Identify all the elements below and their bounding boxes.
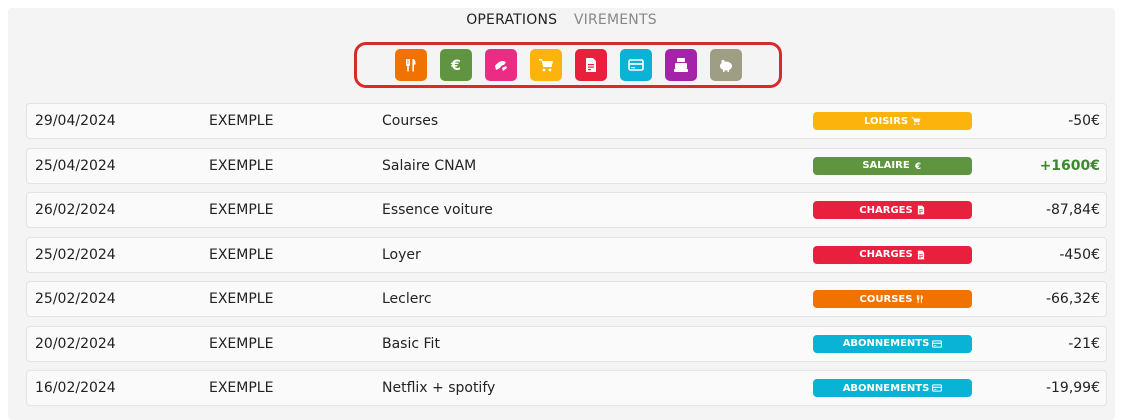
operations-list: 29/04/2024 EXEMPLE Courses LOISIRS -50€ 25/04… xyxy=(26,103,1107,415)
category-button-piggy-bank[interactable] xyxy=(709,49,742,81)
card-icon xyxy=(627,57,644,73)
operation-date: 16/02/2024 xyxy=(35,380,116,396)
operation-amount: -50€ xyxy=(1068,113,1100,129)
operation-amount: -87,84€ xyxy=(1045,202,1100,218)
operation-amount: -450€ xyxy=(1059,246,1100,263)
category-badge: COURSES xyxy=(813,290,972,308)
operation-date: 29/04/2024 xyxy=(35,113,116,129)
invoice-icon xyxy=(916,250,926,260)
operation-owner: EXEMPLE xyxy=(209,157,274,174)
category-badge-label: LOISIRS xyxy=(863,115,909,127)
tab-bar: OPERATIONS VIREMENTS xyxy=(0,12,1123,28)
tab-operations[interactable]: OPERATIONS xyxy=(466,12,557,28)
card-icon xyxy=(932,339,943,349)
utensils-icon xyxy=(403,57,419,73)
operation-date: 25/02/2024 xyxy=(35,246,116,263)
category-button-card[interactable] xyxy=(619,49,652,81)
category-button-utensils[interactable] xyxy=(394,49,427,81)
operation-label: Loyer xyxy=(382,246,421,263)
category-button-cash-register[interactable] xyxy=(664,49,697,81)
category-badge-label: SALAIRE xyxy=(862,160,910,171)
operation-label: Essence voiture xyxy=(382,202,493,218)
operation-date: 25/04/2024 xyxy=(35,157,116,174)
operation-label: Courses xyxy=(382,113,439,129)
utensils-icon xyxy=(915,294,925,304)
cash-register-icon xyxy=(673,57,689,73)
category-badge-label: ABONNEMENTS xyxy=(842,338,930,349)
category-badge: ABONNEMENTS xyxy=(813,379,972,397)
category-badge-label: CHARGES xyxy=(859,249,913,260)
operation-amount: -19,99€ xyxy=(1045,380,1100,396)
category-badge-label: COURSES xyxy=(859,293,913,305)
category-button-cart[interactable] xyxy=(529,49,562,81)
euro-icon: € xyxy=(448,57,464,73)
tab-virements[interactable]: VIREMENTS xyxy=(574,12,657,28)
svg-text:€: € xyxy=(450,58,461,73)
table-row[interactable]: 26/02/2024 EXEMPLE Essence voiture CHARGES -… xyxy=(26,192,1107,228)
operation-owner: EXEMPLE xyxy=(209,246,274,263)
cart-icon xyxy=(911,116,921,126)
operation-label: Netflix + spotify xyxy=(382,380,496,396)
operation-label: Leclerc xyxy=(382,291,432,307)
operation-amount: +1600€ xyxy=(1039,157,1100,174)
category-filter-bar: € xyxy=(354,42,782,88)
table-row[interactable]: 20/02/2024 EXEMPLE Basic Fit ABONNEMENTS -21… xyxy=(26,325,1107,362)
invoice-icon xyxy=(583,57,599,73)
cart-icon xyxy=(538,57,554,73)
category-button-euro[interactable]: € xyxy=(439,49,472,81)
category-badge: SALAIRE € xyxy=(813,156,972,175)
card-icon xyxy=(932,383,943,393)
category-button-gift[interactable] xyxy=(484,49,517,81)
invoice-icon xyxy=(916,205,926,215)
operation-label: Basic Fit xyxy=(382,335,440,352)
operation-owner: EXEMPLE xyxy=(209,202,274,218)
gift-icon xyxy=(493,57,509,73)
operation-owner: EXEMPLE xyxy=(209,113,274,129)
table-row[interactable]: 25/02/2024 EXEMPLE Leclerc COURSES -66,32€ xyxy=(26,281,1107,317)
category-badge: ABONNEMENTS xyxy=(813,334,972,353)
category-badge: CHARGES xyxy=(813,201,972,219)
table-row[interactable]: 25/04/2024 EXEMPLE Salaire CNAM SALAIRE € +16… xyxy=(26,147,1107,184)
piggy-bank-icon xyxy=(718,57,734,73)
operation-amount: -21€ xyxy=(1068,335,1100,352)
operation-date: 25/02/2024 xyxy=(35,291,116,307)
category-badge-label: CHARGES xyxy=(859,204,913,216)
operation-date: 26/02/2024 xyxy=(35,202,116,218)
operation-amount: -66,32€ xyxy=(1045,291,1100,307)
table-row[interactable]: 29/04/2024 EXEMPLE Courses LOISIRS -50€ xyxy=(26,103,1107,139)
operation-label: Salaire CNAM xyxy=(382,157,477,174)
svg-text:€: € xyxy=(914,162,921,171)
category-badge-label: ABONNEMENTS xyxy=(842,382,930,394)
operation-date: 20/02/2024 xyxy=(35,335,116,352)
category-badge: CHARGES xyxy=(813,245,972,264)
operation-owner: EXEMPLE xyxy=(209,291,274,307)
category-button-invoice[interactable] xyxy=(574,49,607,81)
table-row[interactable]: 25/02/2024 EXEMPLE Loyer CHARGES -450€ xyxy=(26,236,1107,273)
operation-owner: EXEMPLE xyxy=(209,380,274,396)
euro-icon: € xyxy=(913,161,923,171)
operation-owner: EXEMPLE xyxy=(209,335,274,352)
table-row[interactable]: 16/02/2024 EXEMPLE Netflix + spotify ABONNE… xyxy=(26,370,1107,406)
category-badge: LOISIRS xyxy=(813,112,972,130)
